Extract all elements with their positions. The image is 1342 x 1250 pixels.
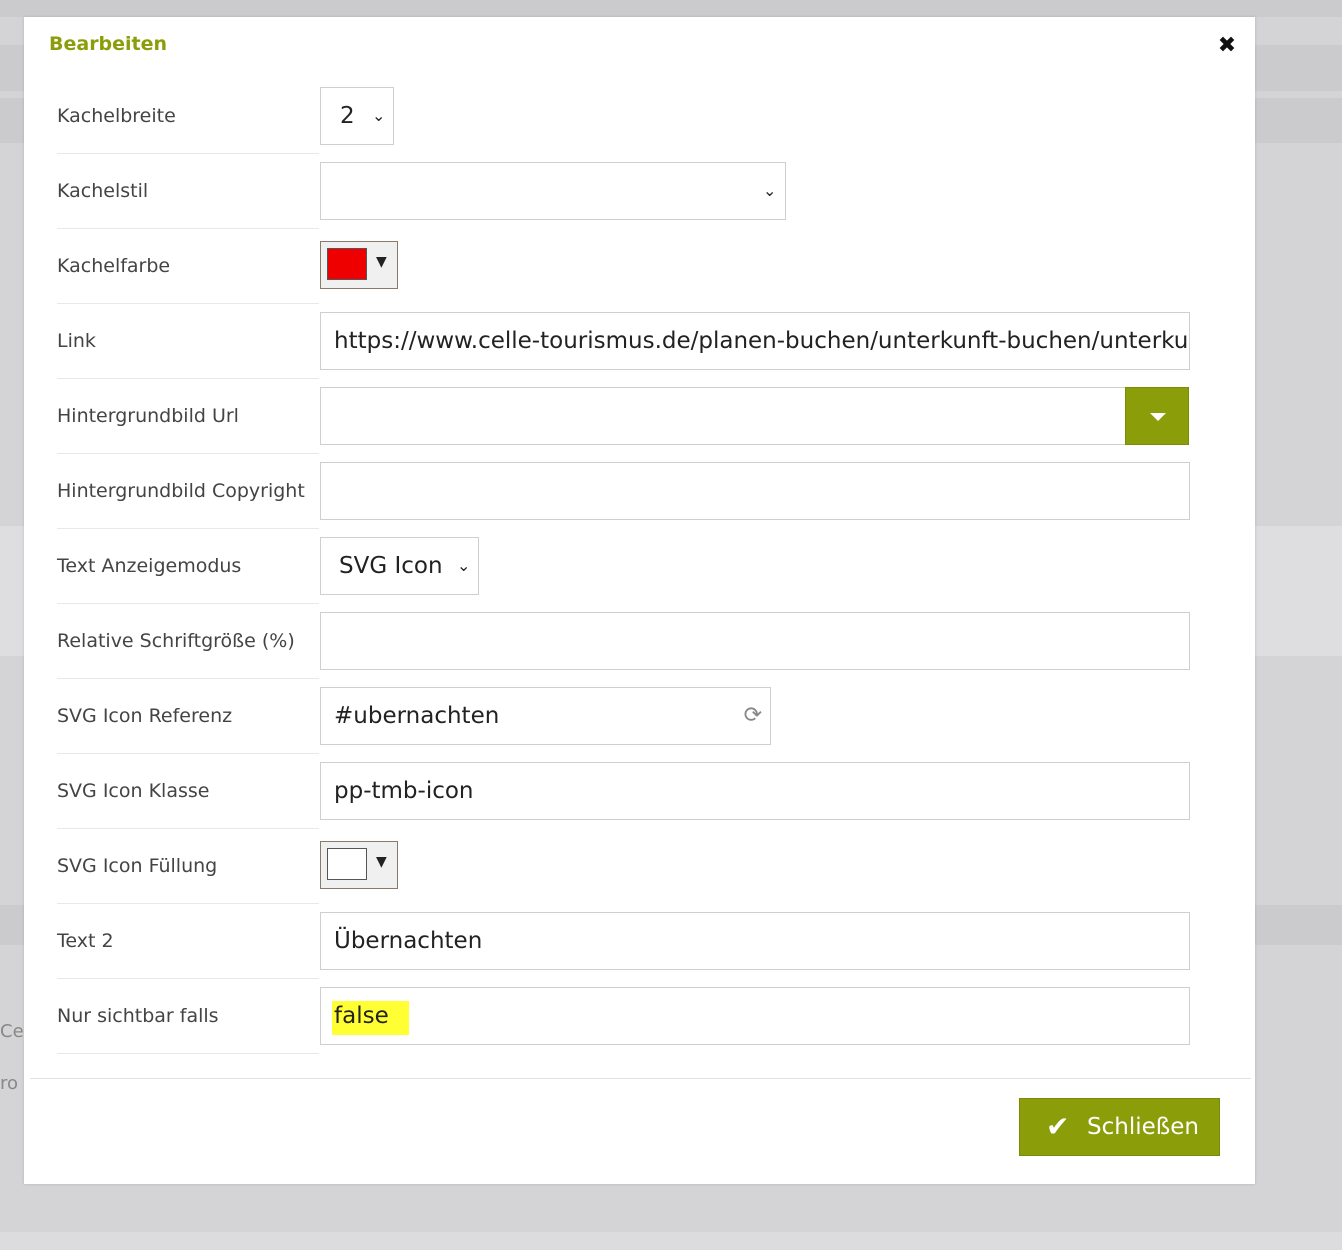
svg-icon-referenz-input[interactable]: #ubernachten ⟳ bbox=[320, 687, 771, 745]
relative-schriftgroesse-label: Relative Schriftgröße (%) bbox=[57, 604, 319, 679]
caret-down-icon bbox=[1150, 413, 1166, 421]
kachelbreite-select[interactable]: 2 ⌄ bbox=[320, 87, 394, 145]
text-anzeigemodus-value: SVG Icon bbox=[339, 553, 443, 579]
kachelstil-label: Kachelstil bbox=[57, 154, 319, 229]
row-svg-icon-klasse: SVG Icon Klasse pp-tmb-icon bbox=[57, 754, 1191, 829]
close-button[interactable]: ✔ Schließen bbox=[1019, 1098, 1220, 1156]
triangle-down-icon: ▼ bbox=[376, 254, 387, 270]
highlighted-value: false bbox=[332, 1001, 409, 1035]
row-link: Link https://www.celle-tourismus.de/plan… bbox=[57, 304, 1191, 379]
text-2-label: Text 2 bbox=[57, 904, 319, 979]
chevron-down-icon: ⌄ bbox=[457, 556, 471, 575]
text-2-input[interactable]: Übernachten bbox=[320, 912, 1190, 970]
hintergrundbild-copyright-input[interactable] bbox=[320, 462, 1190, 520]
row-svg-icon-referenz: SVG Icon Referenz #ubernachten ⟳ bbox=[57, 679, 1191, 754]
color-swatch bbox=[327, 848, 367, 880]
background-stripe bbox=[0, 0, 1342, 17]
checkmark-icon: ✔ bbox=[1046, 1110, 1070, 1143]
text-anzeigemodus-label: Text Anzeigemodus bbox=[57, 529, 319, 604]
nur-sichtbar-falls-input[interactable]: false bbox=[320, 987, 1190, 1045]
hintergrundbild-url-input[interactable] bbox=[320, 387, 1126, 445]
hintergrundbild-url-label: Hintergrundbild Url bbox=[57, 379, 319, 454]
kachelfarbe-colorpicker[interactable]: ▼ bbox=[320, 241, 398, 289]
kachelstil-select[interactable]: ⌄ bbox=[320, 162, 786, 220]
row-kachelbreite: Kachelbreite 2 ⌄ bbox=[57, 79, 1191, 154]
svg-icon-klasse-input[interactable]: pp-tmb-icon bbox=[320, 762, 1190, 820]
kachelbreite-label: Kachelbreite bbox=[57, 79, 319, 154]
background-stripe bbox=[0, 1232, 1342, 1250]
color-swatch bbox=[327, 248, 367, 280]
refresh-icon[interactable]: ⟳ bbox=[744, 688, 762, 744]
edit-dialog: Bearbeiten ✖ Kachelbreite 2 ⌄ Kachelstil… bbox=[24, 17, 1255, 1184]
link-label: Link bbox=[57, 304, 319, 379]
row-kachelfarbe: Kachelfarbe ▼ bbox=[57, 229, 1191, 304]
nur-sichtbar-falls-label: Nur sichtbar falls bbox=[57, 979, 319, 1054]
kachelfarbe-label: Kachelfarbe bbox=[57, 229, 319, 304]
background-text: Ce bbox=[0, 1021, 24, 1042]
row-relative-schriftgroesse: Relative Schriftgröße (%) bbox=[57, 604, 1191, 679]
svg-icon-klasse-label: SVG Icon Klasse bbox=[57, 754, 319, 829]
triangle-down-icon: ▼ bbox=[376, 854, 387, 870]
svg-icon-fuellung-colorpicker[interactable]: ▼ bbox=[320, 841, 398, 889]
dropdown-button[interactable] bbox=[1125, 387, 1189, 445]
row-hintergrundbild-copyright: Hintergrundbild Copyright bbox=[57, 454, 1191, 529]
close-icon[interactable]: ✖ bbox=[1216, 35, 1238, 57]
text-anzeigemodus-select[interactable]: SVG Icon ⌄ bbox=[320, 537, 479, 595]
svg-icon-referenz-value: #ubernachten bbox=[334, 703, 500, 729]
row-nur-sichtbar-falls: Nur sichtbar falls false bbox=[57, 979, 1191, 1054]
svg-icon-referenz-label: SVG Icon Referenz bbox=[57, 679, 319, 754]
svg-icon-fuellung-label: SVG Icon Füllung bbox=[57, 829, 319, 904]
row-kachelstil: Kachelstil ⌄ bbox=[57, 154, 1191, 229]
dialog-title: Bearbeiten bbox=[49, 33, 168, 55]
hintergrundbild-copyright-label: Hintergrundbild Copyright bbox=[57, 454, 319, 529]
relative-schriftgroesse-input[interactable] bbox=[320, 612, 1190, 670]
row-hintergrundbild-url: Hintergrundbild Url bbox=[57, 379, 1191, 454]
kachelbreite-value: 2 bbox=[340, 103, 355, 129]
row-svg-icon-fuellung: SVG Icon Füllung ▼ bbox=[57, 829, 1191, 904]
footer-divider bbox=[30, 1078, 1251, 1079]
close-button-label: Schließen bbox=[1087, 1114, 1199, 1140]
row-text-anzeigemodus: Text Anzeigemodus SVG Icon ⌄ bbox=[57, 529, 1191, 604]
link-input[interactable]: https://www.celle-tourismus.de/planen-bu… bbox=[320, 312, 1190, 370]
row-text-2: Text 2 Übernachten bbox=[57, 904, 1191, 979]
chevron-down-icon: ⌄ bbox=[763, 181, 777, 200]
chevron-down-icon: ⌄ bbox=[372, 106, 386, 125]
